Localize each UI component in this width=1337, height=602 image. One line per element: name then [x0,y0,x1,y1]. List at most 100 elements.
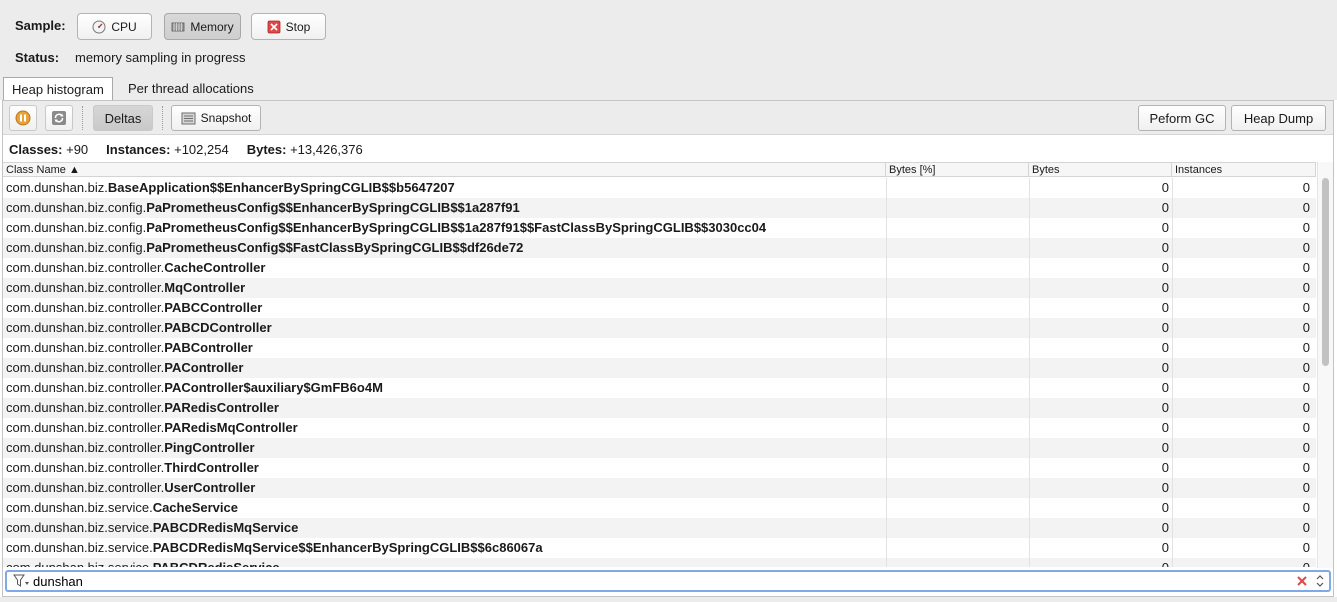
package-name: com.dunshan.biz.controller. [6,460,165,475]
class-name-cell: com.dunshan.biz.config.PaPrometheusConfi… [6,198,886,218]
pause-button[interactable] [9,105,37,131]
table-row[interactable]: com.dunshan.biz.service.PABCDRedisServic… [3,558,1316,567]
column-header-instances[interactable]: Instances [1172,163,1316,177]
memory-button[interactable]: Memory [164,13,241,40]
instances-cell: 0 [1172,318,1313,338]
bytes-cell: 0 [1029,478,1172,498]
cpu-button[interactable]: CPU [77,13,152,40]
table-row[interactable]: com.dunshan.biz.controller.CacheControll… [3,258,1316,278]
bytes-percent-cell [886,498,1029,518]
table-header: Class Name ▲ Bytes [%] Bytes Instances [3,162,1316,177]
table-row[interactable]: com.dunshan.biz.controller.PABCDControll… [3,318,1316,338]
table-row[interactable]: com.dunshan.biz.service.CacheService 0 0 [3,498,1316,518]
class-name: PABCDRedisMqService [152,520,299,535]
table-row[interactable]: com.dunshan.biz.controller.PARedisMqCont… [3,418,1316,438]
table-row[interactable]: com.dunshan.biz.service.PABCDRedisMqServ… [3,538,1316,558]
table-row[interactable]: com.dunshan.biz.config.PaPrometheusConfi… [3,198,1316,218]
bytes-cell: 0 [1029,298,1172,318]
table-row[interactable]: com.dunshan.biz.controller.PABCControlle… [3,298,1316,318]
deltas-toggle[interactable]: Deltas [93,105,153,131]
package-name: com.dunshan.biz.controller. [6,320,165,335]
class-name: PABCController [164,300,263,315]
table-row[interactable]: com.dunshan.biz.controller.PABController… [3,338,1316,358]
bytes-percent-cell [886,258,1029,278]
filter-icon[interactable] [13,574,31,588]
package-name: com.dunshan.biz.controller. [6,260,165,275]
class-name-cell: com.dunshan.biz.service.PABCDRedisMqServ… [6,538,886,558]
package-name: com.dunshan.biz.controller. [6,360,165,375]
instances-value: +102,254 [174,141,229,157]
instances-cell: 0 [1172,498,1313,518]
instances-cell: 0 [1172,418,1313,438]
table-row[interactable]: com.dunshan.biz.BaseApplication$$Enhance… [3,178,1316,198]
table-row[interactable]: com.dunshan.biz.config.PaPrometheusConfi… [3,238,1316,258]
table-row[interactable]: com.dunshan.biz.controller.MqController 0… [3,278,1316,298]
column-header-class-name[interactable]: Class Name ▲ [3,163,886,177]
clear-icon[interactable] [1296,575,1308,587]
bytes-percent-cell [886,378,1029,398]
class-name-cell: com.dunshan.biz.BaseApplication$$Enhance… [6,178,886,198]
bytes-percent-cell [886,438,1029,458]
table-row[interactable]: com.dunshan.biz.controller.PAController 0… [3,358,1316,378]
history-dropdown-icon[interactable] [1315,573,1325,589]
class-name-cell: com.dunshan.biz.controller.PAController [6,358,886,378]
heap-dump-button-label: Heap Dump [1243,110,1314,126]
snapshot-button[interactable]: Snapshot [171,105,261,131]
class-name-cell: com.dunshan.biz.service.CacheService [6,498,886,518]
bytes-percent-cell [886,338,1029,358]
instances-cell: 0 [1172,558,1313,567]
instances-cell: 0 [1172,478,1313,498]
snapshot-icon [181,112,196,124]
scrollbar-thumb[interactable] [1322,178,1329,366]
bytes-cell: 0 [1029,258,1172,278]
class-name: UserController [164,480,256,495]
table-row[interactable]: com.dunshan.biz.service.PABCDRedisMqServ… [3,518,1316,538]
heap-histogram-panel: Deltas Snapshot Peform GC Heap Dump Clas… [2,100,1334,597]
class-name: PaPrometheusConfig$$EnhancerBySpringCGLI… [146,200,520,215]
table-row[interactable]: com.dunshan.biz.controller.UserControlle… [3,478,1316,498]
refresh-button[interactable] [45,105,73,131]
bytes-cell: 0 [1029,538,1172,558]
table-scrollbar[interactable] [1317,162,1333,568]
package-name: com.dunshan.biz.service. [6,500,153,515]
class-name: MqController [164,280,246,295]
deltas-toggle-label: Deltas [104,110,142,126]
tab-heap-histogram[interactable]: Heap histogram [3,77,113,100]
table-row[interactable]: com.dunshan.biz.controller.ThirdControll… [3,458,1316,478]
instances-cell: 0 [1172,298,1313,318]
column-header-bytes-percent[interactable]: Bytes [%] [886,163,1029,177]
table-row[interactable]: com.dunshan.biz.controller.PAController$… [3,378,1316,398]
tab-per-thread-allocations[interactable]: Per thread allocations [120,77,262,100]
toolbar-separator [82,106,83,130]
instances-cell: 0 [1172,458,1313,478]
sample-toolbar: Sample: CPU Memory Stop [0,0,1337,48]
column-header-bytes[interactable]: Bytes [1029,163,1172,177]
class-filter-field[interactable] [5,570,1331,592]
bytes-percent-cell [886,298,1029,318]
summary-bytes: Bytes: +13,426,376 [247,142,363,157]
class-name-cell: com.dunshan.biz.controller.MqController [6,278,886,298]
tab-heap-histogram-label: Heap histogram [12,81,104,97]
bytes-percent-cell [886,238,1029,258]
table-row[interactable]: com.dunshan.biz.controller.PARedisContro… [3,398,1316,418]
status-bar: Status: memory sampling in progress [0,48,1337,76]
bytes-percent-cell [886,198,1029,218]
bytes-percent-cell [886,558,1029,567]
perform-gc-button[interactable]: Peform GC [1138,105,1226,131]
bytes-cell: 0 [1029,378,1172,398]
bytes-percent-cell [886,218,1029,238]
class-name-cell: com.dunshan.biz.controller.PARedisMqCont… [6,418,886,438]
table-row[interactable]: com.dunshan.biz.config.PaPrometheusConfi… [3,218,1316,238]
stop-button[interactable]: Stop [251,13,326,40]
class-name: CacheController [164,260,266,275]
heap-dump-button[interactable]: Heap Dump [1231,105,1326,131]
package-name: com.dunshan.biz.service. [6,540,153,555]
bytes-percent-cell [886,358,1029,378]
table-row[interactable]: com.dunshan.biz.controller.PingControlle… [3,438,1316,458]
histogram-table-body: com.dunshan.biz.BaseApplication$$Enhance… [3,178,1316,567]
instances-cell: 0 [1172,518,1313,538]
package-name: com.dunshan.biz.controller. [6,440,165,455]
filter-input[interactable] [33,572,1273,590]
class-name-cell: com.dunshan.biz.service.PABCDRedisMqServ… [6,518,886,538]
histogram-summary: Classes: +90 Instances: +102,254 Bytes: … [3,136,1333,162]
